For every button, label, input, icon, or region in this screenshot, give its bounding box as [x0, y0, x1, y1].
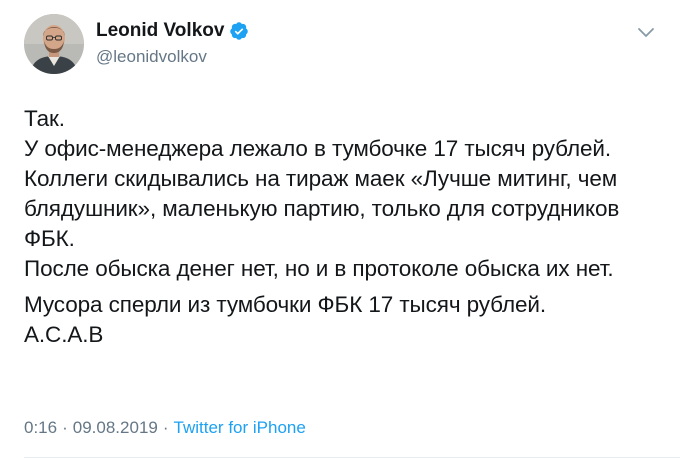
name-row: Leonid Volkov — [96, 19, 249, 43]
meta-separator: · — [162, 418, 169, 437]
chevron-down-icon[interactable] — [636, 26, 656, 40]
tweet-text: Так. У офис-менеджера лежало в тумбочке … — [24, 104, 664, 350]
avatar[interactable] — [24, 14, 84, 74]
author-block: Leonid Volkov @leonidvolkov — [96, 19, 249, 69]
tweet-header: Leonid Volkov @leonidvolkov — [24, 12, 249, 76]
tweet-paragraph: Коллеги скидывались на тираж маек «Лучше… — [24, 166, 626, 251]
avatar-image — [24, 14, 84, 74]
verified-badge-icon — [229, 21, 249, 41]
tweet-paragraph: А.С.А.В — [24, 322, 104, 347]
tweet-paragraph: Мусора сперли из тумбочки ФБК 17 тысяч р… — [24, 292, 547, 317]
tweet: Leonid Volkov @leonidvolkov Так. У офис-… — [0, 0, 680, 458]
tweet-paragraph: У офис-менеджера лежало в тумбочке 17 ты… — [24, 136, 612, 161]
tweet-meta: 0:16 · 09.08.2019 · Twitter for iPhone — [24, 417, 306, 439]
display-name[interactable]: Leonid Volkov — [96, 19, 224, 43]
handle[interactable]: @leonidvolkov — [96, 45, 249, 69]
tweet-source-link[interactable]: Twitter for iPhone — [174, 417, 306, 439]
tweet-paragraph: Так. — [24, 106, 65, 131]
meta-separator: · — [62, 418, 68, 437]
tweet-time[interactable]: 0:16 — [24, 417, 57, 439]
tweet-paragraph: После обыска денег нет, но и в протоколе… — [24, 256, 614, 281]
tweet-date[interactable]: 09.08.2019 — [73, 417, 158, 439]
